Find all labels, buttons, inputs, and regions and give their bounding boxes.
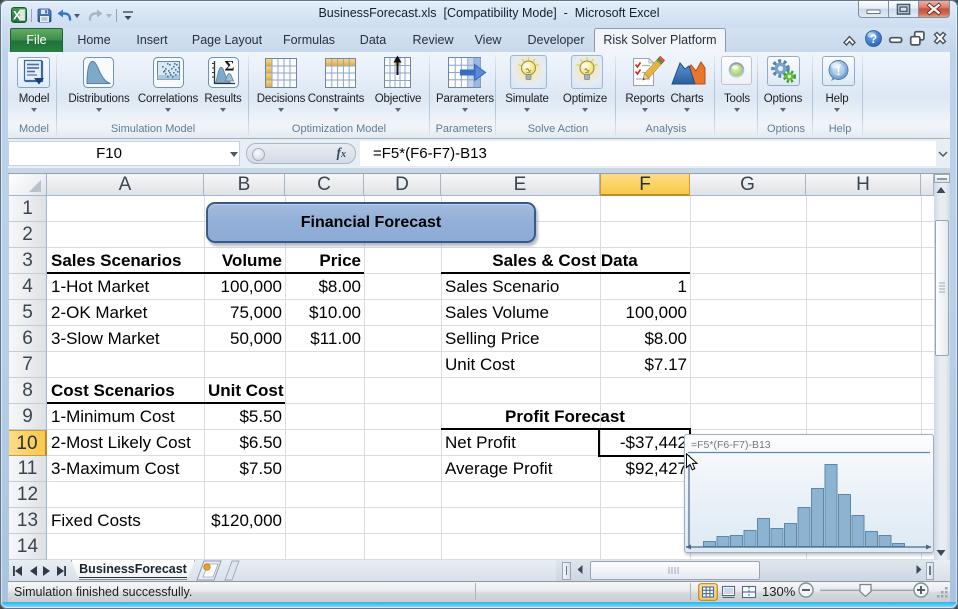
svg-text:?: ? <box>870 32 877 46</box>
svg-text:!: ! <box>836 63 840 78</box>
svg-text:X: X <box>13 9 21 23</box>
svg-text:Σ: Σ <box>225 59 235 75</box>
